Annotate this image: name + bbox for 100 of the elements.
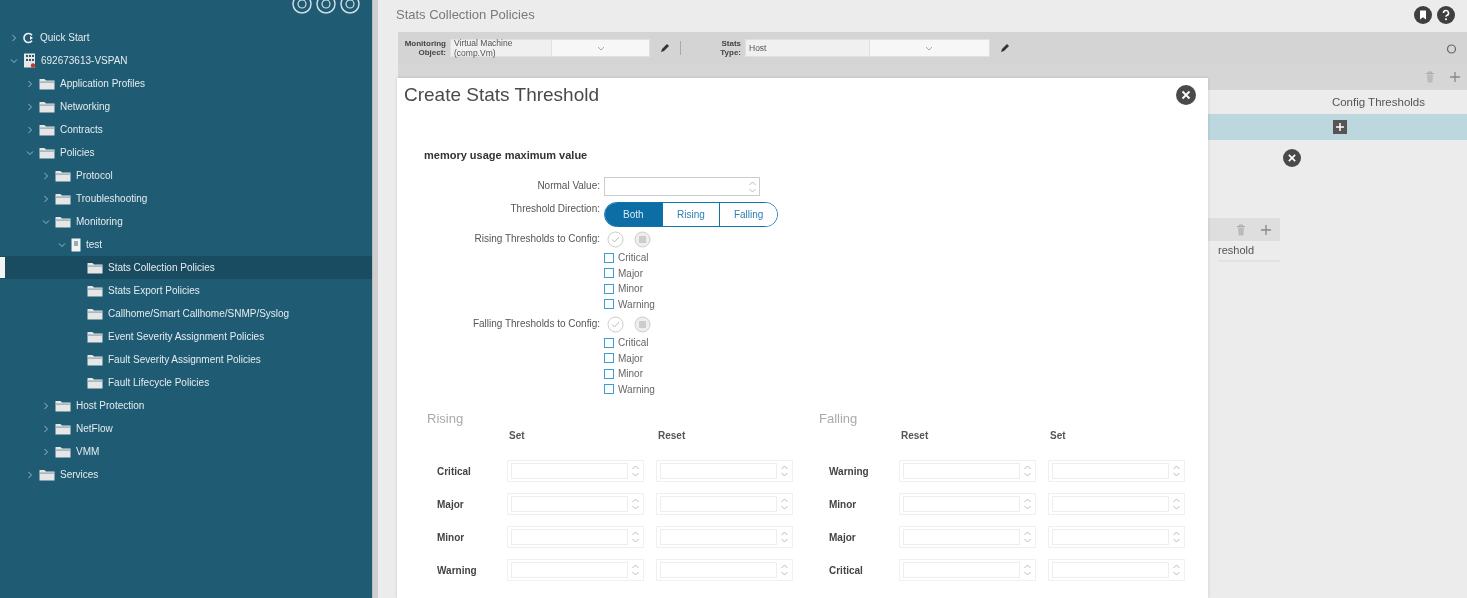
tree-item[interactable]: Contracts [0,118,372,141]
tree-item[interactable]: Services [0,463,372,486]
dropdown-field[interactable]: Host [745,39,990,57]
chevron-icon[interactable] [26,148,34,157]
tree-item[interactable]: Quick Start [0,26,372,49]
checkbox-option[interactable]: Major [604,265,1208,281]
segment-tab[interactable]: Falling [719,203,777,226]
tree-item[interactable]: NetFlow [0,417,372,440]
chevron-icon[interactable] [10,33,18,42]
checkbox-option[interactable]: Minor [604,281,1208,297]
chevron-icon[interactable] [58,240,66,249]
chevron-icon[interactable] [42,217,50,226]
row-label: Warning [829,465,870,477]
checkbox-option[interactable]: Warning [604,296,1208,312]
help-icon[interactable] [1437,6,1455,24]
segment-tab[interactable]: Both [605,203,662,226]
checkbox-option[interactable]: Major [604,350,1208,366]
checkbox-option[interactable]: Minor [604,366,1208,382]
tree-item[interactable]: Fault Severity Assignment Policies [0,348,372,371]
chevron-icon[interactable] [42,194,50,203]
check-circle-icon[interactable] [607,231,624,248]
spinner-arrows-icon[interactable] [1172,562,1181,578]
column-header: Config Thresholds [1331,96,1425,108]
chevron-icon[interactable] [42,401,50,410]
spinner-arrows-icon[interactable] [631,463,640,479]
chevron-icon[interactable] [42,447,50,456]
spinner-arrows-icon[interactable] [780,496,789,512]
table-row[interactable] [1208,114,1467,140]
chevron-icon[interactable] [42,424,50,433]
close-icon[interactable] [1176,85,1196,105]
checkbox-option[interactable]: Critical [604,335,1208,351]
chevron-icon[interactable] [26,470,34,479]
spinner-arrows-icon[interactable] [1023,496,1032,512]
chevron-icon[interactable] [42,171,50,180]
chevron-icon[interactable] [10,56,18,65]
spinner-arrows-icon[interactable] [631,562,640,578]
folder-icon [87,261,103,274]
spinner-arrows-icon[interactable] [1023,463,1032,479]
tree-item[interactable]: Protocol [0,164,372,187]
row-label: Critical [437,465,472,477]
folder-icon [55,422,71,435]
circle-button-icon[interactable] [340,0,360,14]
caret-icon [596,45,605,51]
section-title: Rising [427,411,465,426]
spinner-arrows-icon[interactable] [780,463,789,479]
circle-button-icon[interactable] [292,0,312,14]
spinner-arrows-icon[interactable] [1172,463,1181,479]
spinner-arrows-icon[interactable] [780,562,789,578]
chevron-icon[interactable] [26,102,34,111]
dropdown-field[interactable]: Virtual Machine (comp.Vm) [450,39,650,57]
plus-icon[interactable] [1260,223,1272,236]
tree-item[interactable]: Troubleshooting [0,187,372,210]
checkbox-option[interactable]: Warning [604,381,1208,397]
tree-item[interactable]: Monitoring [0,210,372,233]
spinner-arrows-icon[interactable] [631,529,640,545]
tree-item[interactable]: Application Profiles [0,72,372,95]
spinner-arrows-icon[interactable] [631,496,640,512]
spinner-arrows-icon[interactable] [1172,496,1181,512]
folder-icon [39,468,55,481]
trash-icon[interactable] [1425,71,1435,83]
spinner-arrows-icon[interactable] [1172,529,1181,545]
plus-icon[interactable] [1449,71,1461,83]
chevron-icon[interactable] [26,125,34,134]
spinner-arrows-icon[interactable] [1023,562,1032,578]
folder-icon [55,445,71,458]
plus-square-icon[interactable] [1333,120,1347,134]
refresh-icon[interactable] [1446,42,1457,54]
tree-item[interactable]: VMM [0,440,372,463]
tree-item[interactable]: Stats Export Policies [0,279,372,302]
tree-item[interactable]: test [0,233,372,256]
number-field[interactable] [604,177,760,196]
square-circle-icon[interactable] [634,316,651,333]
column-header: Set [508,429,526,443]
pencil-icon[interactable] [1000,43,1010,53]
tree-item[interactable]: Host Protection [0,394,372,417]
spinner-arrows-icon[interactable] [1023,529,1032,545]
tree-item[interactable]: 692673613-VSPAN [0,49,372,72]
folder-icon [55,399,71,412]
circle-button-icon[interactable] [316,0,336,14]
tree-item[interactable]: Stats Collection Policies [0,256,372,279]
close-icon[interactable] [1283,149,1301,167]
square-circle-icon[interactable] [634,231,651,248]
check-circle-icon[interactable] [607,316,624,333]
building-icon [23,53,36,68]
tree-item[interactable]: Event Severity Assignment Policies [0,325,372,348]
pencil-icon[interactable] [660,43,670,53]
bookmark-icon[interactable] [1414,6,1432,24]
tree-item[interactable]: Policies [0,141,372,164]
folder-icon [39,100,55,113]
tree-item[interactable]: Callhome/Smart Callhome/SNMP/Syslog [0,302,372,325]
folder-icon [87,330,103,343]
field-label: Monitoring Object: [403,39,446,57]
folder-icon [39,123,55,136]
column-header: Reset [900,429,930,443]
tree-item[interactable]: Networking [0,95,372,118]
tree-item[interactable]: Fault Lifecycle Policies [0,371,372,394]
chevron-icon[interactable] [26,79,34,88]
checkbox-option[interactable]: Critical [604,250,1208,266]
spinner-arrows-icon[interactable] [780,529,789,545]
trash-icon[interactable] [1236,223,1246,236]
